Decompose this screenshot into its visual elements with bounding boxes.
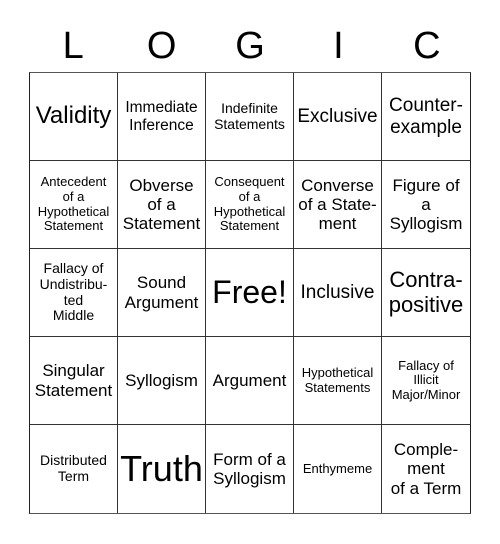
- bingo-cell[interactable]: Consequent of a Hypothetical Statement: [206, 161, 294, 249]
- bingo-header: L O G I C: [29, 22, 471, 70]
- header-letter: I: [333, 25, 344, 67]
- bingo-cell[interactable]: Enthymeme: [294, 425, 382, 513]
- bingo-cell[interactable]: Exclusive: [294, 73, 382, 161]
- bingo-cell[interactable]: Argument: [206, 337, 294, 425]
- free-space[interactable]: Free!: [206, 249, 294, 337]
- bingo-cell[interactable]: Truth: [118, 425, 206, 513]
- bingo-cell[interactable]: Indefinite Statements: [206, 73, 294, 161]
- bingo-cell[interactable]: Obverse of a Statement: [118, 161, 206, 249]
- bingo-cell[interactable]: Sound Argument: [118, 249, 206, 337]
- bingo-cell[interactable]: Singular Statement: [30, 337, 118, 425]
- bingo-cell[interactable]: Comple- ment of a Term: [382, 425, 470, 513]
- bingo-cell[interactable]: Form of a Syllogism: [206, 425, 294, 513]
- bingo-cell[interactable]: Converse of a State- ment: [294, 161, 382, 249]
- bingo-cell[interactable]: Syllogism: [118, 337, 206, 425]
- bingo-cell[interactable]: Counter- example: [382, 73, 470, 161]
- bingo-cell[interactable]: Hypothetical Statements: [294, 337, 382, 425]
- bingo-cell[interactable]: Fallacy of Illicit Major/Minor: [382, 337, 470, 425]
- bingo-cell[interactable]: Antecedent of a Hypothetical Statement: [30, 161, 118, 249]
- bingo-board: Validity Immediate Inference Indefinite …: [29, 72, 471, 514]
- bingo-cell[interactable]: Inclusive: [294, 249, 382, 337]
- header-letter: C: [413, 25, 441, 67]
- header-letter: L: [62, 25, 84, 67]
- bingo-cell[interactable]: Validity: [30, 73, 118, 161]
- bingo-cell[interactable]: Immediate Inference: [118, 73, 206, 161]
- header-letter: O: [146, 25, 177, 67]
- bingo-cell[interactable]: Contra- positive: [382, 249, 470, 337]
- bingo-cell[interactable]: Figure of a Syllogism: [382, 161, 470, 249]
- bingo-cell[interactable]: Fallacy of Undistribu- ted Middle: [30, 249, 118, 337]
- bingo-cell[interactable]: Distributed Term: [30, 425, 118, 513]
- header-letter: G: [235, 25, 265, 67]
